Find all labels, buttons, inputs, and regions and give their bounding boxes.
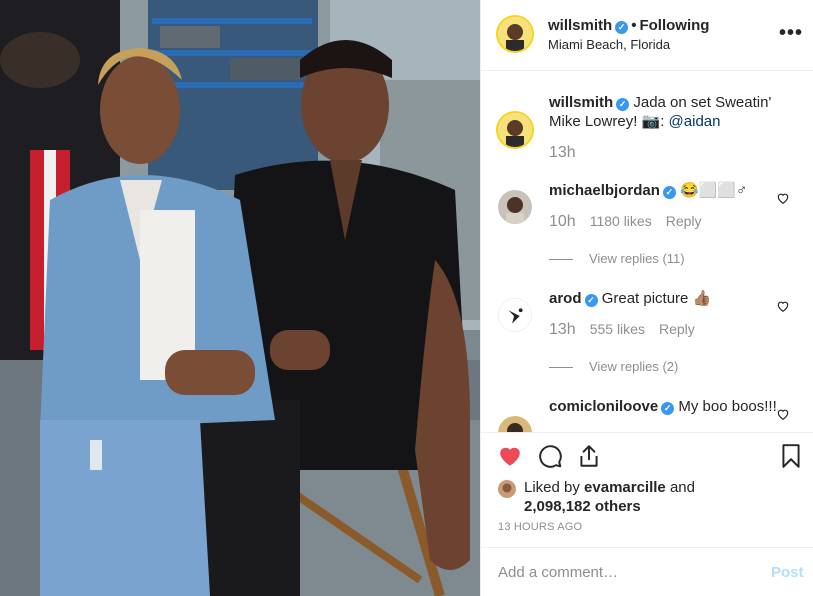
author-avatar[interactable] xyxy=(498,17,532,51)
comment-meta: 10h 1180 likes Reply xyxy=(549,213,702,231)
comment-text: 😂⬜⬜♂ xyxy=(680,182,748,199)
avatar-image xyxy=(498,113,532,147)
like-comment-heart-icon[interactable] xyxy=(776,299,790,313)
comment-body: comicloniloove ✓ My boo boos!!! xyxy=(549,397,777,416)
avatar-image xyxy=(499,299,531,331)
liker-avatar[interactable] xyxy=(498,480,516,498)
verified-badge-icon: ✓ xyxy=(661,402,675,415)
post-timestamp[interactable]: 13 HOURS AGO xyxy=(498,521,582,533)
author-username[interactable]: willsmith xyxy=(548,17,612,34)
mention-link[interactable]: @aidan xyxy=(669,113,721,130)
comment-likes[interactable]: 1180 likes xyxy=(590,213,652,229)
reply-button[interactable]: Reply xyxy=(659,321,695,337)
separator-dot: • xyxy=(631,17,637,34)
comment-text: Great picture 👍🏽 xyxy=(601,290,712,307)
comment-text: My boo boos!!! xyxy=(678,398,777,415)
post-location[interactable]: Miami Beach, Florida xyxy=(548,37,670,52)
commenter-avatar[interactable] xyxy=(498,298,532,332)
comment-username[interactable]: willsmith xyxy=(549,94,613,111)
more-options-icon[interactable]: ••• xyxy=(779,22,803,45)
following-button[interactable]: Following xyxy=(639,17,709,34)
verified-badge-icon: ✓ xyxy=(662,186,676,199)
verified-badge-icon: ✓ xyxy=(616,98,630,111)
verified-badge-icon: ✓ xyxy=(584,294,598,307)
liked-by-user[interactable]: evamarcille xyxy=(584,479,666,496)
view-replies-button[interactable]: View replies (11) xyxy=(549,251,685,266)
liked-by-mid: and xyxy=(665,479,695,496)
like-heart-icon[interactable] xyxy=(497,443,523,469)
comment-username[interactable]: michaelbjordan xyxy=(549,182,660,199)
commenter-avatar[interactable] xyxy=(498,416,532,432)
save-bookmark-icon[interactable] xyxy=(778,443,804,469)
caption-meta: 13h xyxy=(549,144,590,162)
replies-line xyxy=(549,259,573,261)
comment-username[interactable]: arod xyxy=(549,290,582,307)
likes-count[interactable]: 2,098,182 others xyxy=(524,498,641,515)
post-actions: Liked by evamarcille and 2,098,182 other… xyxy=(481,432,813,547)
view-replies-label: View replies (11) xyxy=(589,251,685,266)
liked-by-prefix: Liked by xyxy=(524,479,585,496)
author-line: willsmith ✓ • Following xyxy=(548,17,709,34)
comment-time[interactable]: 13h xyxy=(549,144,576,161)
reply-button[interactable]: Reply xyxy=(666,213,702,229)
avatar-image xyxy=(498,190,532,224)
comment-icon[interactable] xyxy=(537,443,563,469)
comment-body: arod ✓ Great picture 👍🏽 xyxy=(549,289,777,308)
avatar-image xyxy=(498,480,516,498)
add-comment-bar: Post xyxy=(481,547,813,596)
avatar-image xyxy=(498,416,532,432)
post-header: willsmith ✓ • Following Miami Beach, Florid… xyxy=(481,0,813,71)
share-icon[interactable] xyxy=(576,443,602,469)
add-comment-input[interactable] xyxy=(498,560,738,584)
comment-time[interactable]: 13h xyxy=(549,321,576,338)
post-detail-panel: willsmith ✓ • Following Miami Beach, Florid… xyxy=(480,0,813,596)
comment-likes[interactable]: 555 likes xyxy=(590,321,645,337)
comments-list[interactable]: willsmith ✓ Jada on set Sweatin' Mike Low… xyxy=(481,71,813,432)
post-photo-illustration xyxy=(0,0,480,596)
caption-text: willsmith ✓ Jada on set Sweatin' Mike Low… xyxy=(549,93,777,131)
commenter-avatar[interactable] xyxy=(498,190,532,224)
comment-time[interactable]: 10h xyxy=(549,213,576,230)
like-comment-heart-icon[interactable] xyxy=(776,407,790,421)
comment-username[interactable]: comicloniloove xyxy=(549,398,658,415)
comment-meta: 13h 555 likes Reply xyxy=(549,321,695,339)
caption-avatar[interactable] xyxy=(498,113,532,147)
avatar-image xyxy=(498,17,532,51)
post-comment-button[interactable]: Post xyxy=(771,564,804,581)
replies-line xyxy=(549,367,573,369)
verified-badge-icon: ✓ xyxy=(615,21,629,34)
liked-by-text: Liked by evamarcille and 2,098,182 other… xyxy=(524,478,744,516)
comment-body: michaelbjordan ✓ 😂⬜⬜♂ xyxy=(549,181,777,200)
post-photo[interactable] xyxy=(0,0,480,596)
like-comment-heart-icon[interactable] xyxy=(776,191,790,205)
view-replies-label: View replies (2) xyxy=(589,359,679,374)
view-replies-button[interactable]: View replies (2) xyxy=(549,359,678,374)
